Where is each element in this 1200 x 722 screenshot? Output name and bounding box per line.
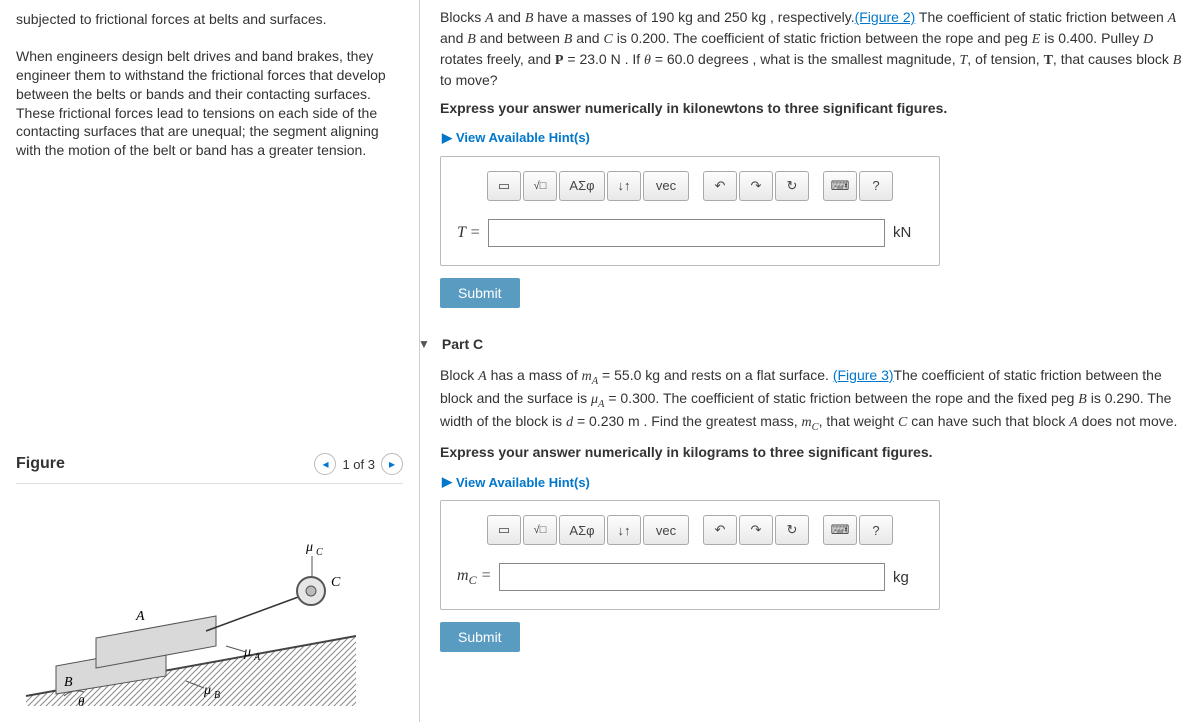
part-c-express: Express your answer numerically in kilog… (440, 444, 1188, 460)
undo-button[interactable]: ↶ (703, 515, 737, 545)
template-icon: ▭ (498, 522, 510, 538)
part-b-unit: kN (893, 224, 923, 241)
subscript-button[interactable]: ↓↑ (607, 515, 641, 545)
figure-3-link[interactable]: (Figure 3) (833, 367, 894, 383)
svg-text:θ: θ (78, 694, 85, 706)
part-b-answer-box: ▭ √□ ΑΣφ ↓↑ vec ↶ ↷ ↻ ⌨ ? T = kN (440, 156, 940, 266)
part-c-submit-button[interactable]: Submit (440, 622, 520, 652)
figure-header: Figure ◂ 1 of 3 ▸ (16, 423, 403, 475)
part-c-prompt: Block A has a mass of mA = 55.0 kg and r… (440, 366, 1188, 435)
caret-down-icon: ▼ (420, 337, 430, 351)
part-b-hints-toggle[interactable]: ▶ View Available Hint(s) (442, 130, 590, 146)
svg-text:A: A (135, 609, 145, 624)
part-b-prompt: Blocks A and B have a masses of 190 kg a… (440, 8, 1188, 90)
greek-button[interactable]: ΑΣφ (559, 171, 605, 201)
part-c-title: Part C (442, 336, 483, 352)
caret-right-icon: ▶ (442, 474, 452, 490)
undo-button[interactable]: ↶ (703, 171, 737, 201)
keyboard-icon: ⌨ (831, 178, 850, 194)
part-c-unit: kg (893, 569, 923, 586)
templates-button[interactable]: ▭ (487, 515, 521, 545)
pager-label: 1 of 3 (342, 457, 375, 472)
part-c-answer-box: ▭ √□ ΑΣφ ↓↑ vec ↶ ↷ ↻ ⌨ ? mC = kg (440, 500, 940, 610)
right-panel: Blocks A and B have a masses of 190 kg a… (420, 0, 1200, 722)
reset-icon: ↻ (787, 522, 798, 538)
part-b-var-label: T = (457, 224, 480, 242)
undo-icon: ↶ (715, 522, 726, 538)
part-c-hints-toggle[interactable]: ▶ View Available Hint(s) (442, 474, 590, 490)
part-c-header[interactable]: ▼ Part C (440, 336, 1188, 352)
keyboard-button[interactable]: ⌨ (823, 515, 857, 545)
caret-right-icon: ▶ (442, 130, 452, 146)
subscript-button[interactable]: ↓↑ (607, 171, 641, 201)
templates-button[interactable]: ▭ (487, 171, 521, 201)
keyboard-icon: ⌨ (831, 522, 850, 538)
figure-divider (16, 483, 403, 484)
part-b-input[interactable] (488, 219, 885, 247)
fraction-icon: √□ (534, 180, 547, 192)
svg-text:B: B (64, 675, 73, 690)
figure-pager: ◂ 1 of 3 ▸ (314, 453, 403, 475)
figure-2-link[interactable]: (Figure 2) (855, 9, 916, 25)
redo-icon: ↷ (751, 178, 762, 194)
svg-text:μ: μ (305, 540, 313, 555)
vector-button[interactable]: vec (643, 171, 689, 201)
greek-button[interactable]: ΑΣφ (559, 515, 605, 545)
redo-icon: ↷ (751, 522, 762, 538)
part-b-answer-row: T = kN (457, 219, 923, 247)
figure-image: C A B μ C μ A μ B θ (16, 496, 403, 706)
part-b-express: Express your answer numerically in kilon… (440, 100, 1188, 116)
arrows-up-down-icon: ↓↑ (618, 178, 631, 193)
vector-button[interactable]: vec (643, 515, 689, 545)
part-c-answer-row: mC = kg (457, 563, 923, 591)
svg-text:C: C (331, 575, 341, 590)
reset-button[interactable]: ↻ (775, 171, 809, 201)
svg-text:C: C (316, 547, 323, 558)
part-b-submit-button[interactable]: Submit (440, 278, 520, 308)
help-button[interactable]: ? (859, 171, 893, 201)
undo-icon: ↶ (715, 178, 726, 194)
redo-button[interactable]: ↷ (739, 171, 773, 201)
redo-button[interactable]: ↷ (739, 515, 773, 545)
fraction-button[interactable]: √□ (523, 171, 557, 201)
svg-text:μ: μ (203, 683, 211, 698)
reset-icon: ↻ (787, 178, 798, 194)
intro-paragraph: When engineers design belt drives and ba… (16, 47, 403, 160)
part-c-toolbar: ▭ √□ ΑΣφ ↓↑ vec ↶ ↷ ↻ ⌨ ? (457, 515, 923, 545)
figure-title: Figure (16, 455, 65, 473)
svg-text:B: B (214, 690, 220, 701)
keyboard-button[interactable]: ⌨ (823, 171, 857, 201)
part-c-input[interactable] (499, 563, 885, 591)
svg-text:A: A (253, 652, 261, 663)
pager-prev-button[interactable]: ◂ (314, 453, 336, 475)
template-icon: ▭ (498, 178, 510, 194)
reset-button[interactable]: ↻ (775, 515, 809, 545)
arrows-up-down-icon: ↓↑ (618, 523, 631, 538)
help-button[interactable]: ? (859, 515, 893, 545)
fraction-button[interactable]: √□ (523, 515, 557, 545)
svg-text:μ: μ (243, 645, 251, 660)
part-c-var-label: mC = (457, 567, 491, 588)
fraction-icon: √□ (534, 524, 547, 536)
left-panel: subjected to frictional forces at belts … (0, 0, 420, 722)
pager-next-button[interactable]: ▸ (381, 453, 403, 475)
intro-line-1: subjected to frictional forces at belts … (16, 10, 403, 29)
part-b-toolbar: ▭ √□ ΑΣφ ↓↑ vec ↶ ↷ ↻ ⌨ ? (457, 171, 923, 201)
